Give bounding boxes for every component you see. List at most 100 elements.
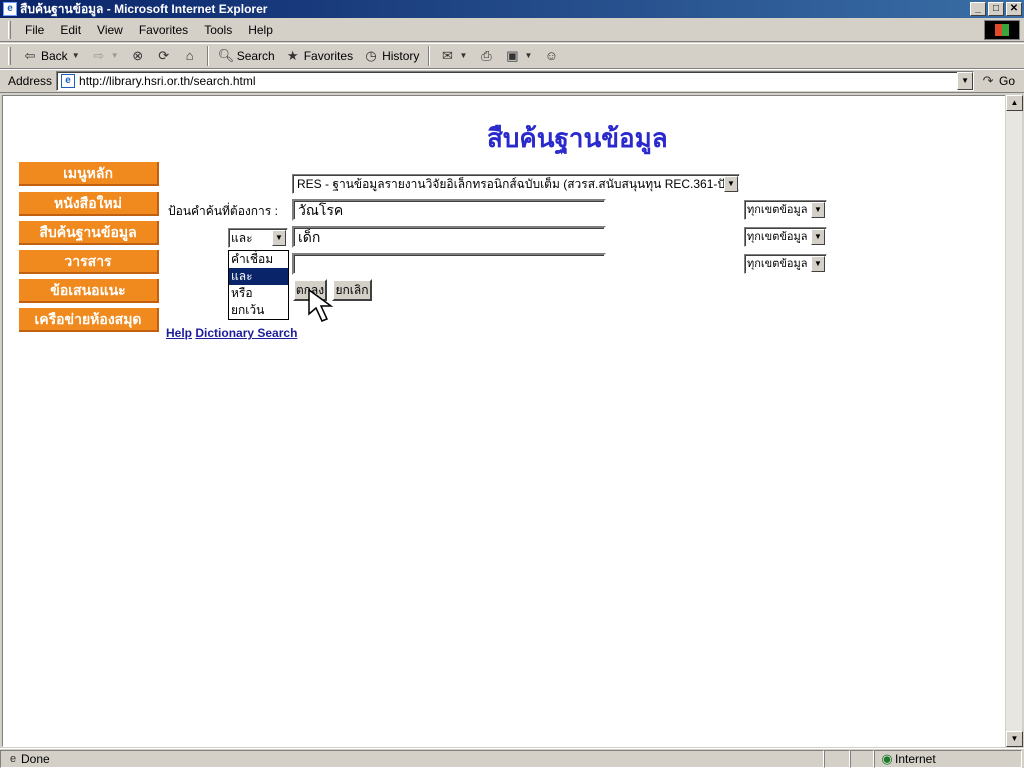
status-cell-blank <box>824 749 850 768</box>
nav-library-network[interactable]: เครือข่ายห้องสมุด <box>19 308 159 332</box>
scroll-down-icon[interactable]: ▼ <box>1006 731 1023 747</box>
page-done-icon: e <box>9 752 17 765</box>
globe-icon: ◉ <box>881 750 893 766</box>
back-button[interactable]: ⇦ Back ▼ <box>17 45 86 67</box>
maximize-button[interactable]: □ <box>988 2 1004 16</box>
status-cell-blank <box>850 749 874 768</box>
conjunction-option[interactable]: ยกเว้น <box>229 302 288 319</box>
chevron-down-icon[interactable]: ▼ <box>272 230 286 246</box>
edit-icon: ▣ <box>506 48 519 63</box>
chevron-down-icon[interactable]: ▼ <box>811 202 825 218</box>
field-scope-2-value: ทุกเขตข้อมูล <box>747 231 808 243</box>
go-button[interactable]: ↷ Go <box>980 73 1015 89</box>
menu-bar: File Edit View Favorites Tools Help <box>0 18 1024 42</box>
history-button[interactable]: ◷ History <box>358 45 424 67</box>
menu-edit[interactable]: Edit <box>52 21 89 39</box>
menu-file[interactable]: File <box>17 21 52 39</box>
page-title: สืบค้นฐานข้อมูล <box>487 124 668 154</box>
address-label: Address <box>8 74 53 88</box>
mouse-cursor-icon <box>308 288 334 322</box>
nav-journals[interactable]: วารสาร <box>19 250 159 274</box>
menu-view[interactable]: View <box>89 21 131 39</box>
print-icon: ⎙ <box>481 48 492 63</box>
address-url: http://library.hsri.or.th/search.html <box>79 74 256 88</box>
toolbar-separator <box>206 46 209 66</box>
nav-main-menu[interactable]: เมนูหลัก <box>19 162 159 186</box>
toolbar-separator <box>428 46 431 66</box>
print-button[interactable]: ⎙ <box>473 45 499 67</box>
page-icon: e <box>61 74 76 88</box>
menu-grip[interactable] <box>8 20 11 39</box>
stop-button[interactable]: ⊗ <box>125 45 151 67</box>
messenger-icon: ☺ <box>544 48 559 63</box>
history-label: History <box>382 49 420 63</box>
standard-toolbar: ⇦ Back ▼ ⇨ ▼ ⊗ ⟳ ⌂ 🔍︎ Search ★ Favorites… <box>0 43 1024 69</box>
dropdown-arrow-icon[interactable]: ▼ <box>71 48 81 64</box>
address-input[interactable]: e http://library.hsri.or.th/search.html … <box>56 71 975 91</box>
database-select[interactable]: RES - ฐานข้อมูลรายงานวิจัยอิเล็กทรอนิกส์… <box>292 174 740 194</box>
chevron-down-icon[interactable]: ▼ <box>811 229 825 245</box>
mail-button[interactable]: ✉ ▼ <box>434 45 473 67</box>
forward-arrow-icon: ⇨ <box>93 48 105 63</box>
favorites-label: Favorites <box>303 49 354 63</box>
nav-new-books[interactable]: หนังสือใหม่ <box>19 192 159 216</box>
field-scope-3-value: ทุกเขตข้อมูล <box>747 258 808 270</box>
favorites-icon: ★ <box>286 48 299 63</box>
conjunction-value: และ <box>231 231 253 245</box>
menu-tools[interactable]: Tools <box>196 21 240 39</box>
search-term-label: ป้อนคำค้นที่ต้องการ : <box>168 204 278 218</box>
conjunction-option[interactable]: คำเชื่อม <box>229 251 288 268</box>
conjunction-option-selected[interactable]: และ <box>229 268 288 285</box>
favorites-button[interactable]: ★ Favorites <box>280 45 358 67</box>
dropdown-arrow-icon[interactable]: ▼ <box>110 48 120 64</box>
database-select-value: RES - ฐานข้อมูลรายงานวิจัยอิเล็กทรอนิกส์… <box>297 177 740 191</box>
search-term-1-input[interactable]: วัณโรค <box>292 199 606 221</box>
chevron-down-icon[interactable]: ▼ <box>724 176 738 192</box>
minimize-button[interactable]: _ <box>970 2 986 16</box>
conjunction-select[interactable]: และ ▼ <box>228 228 288 248</box>
scroll-up-icon[interactable]: ▲ <box>1006 95 1023 111</box>
field-scope-2-select[interactable]: ทุกเขตข้อมูล ▼ <box>744 227 827 247</box>
refresh-button[interactable]: ⟳ <box>151 45 177 67</box>
menu-help[interactable]: Help <box>240 21 281 39</box>
title-bar: e สืบค้นฐานข้อมูล - Microsoft Internet E… <box>0 0 1024 18</box>
messenger-button[interactable]: ☺ <box>538 45 564 67</box>
status-bar: e Done ◉ Internet <box>0 748 1024 768</box>
field-scope-1-value: ทุกเขตข้อมูล <box>747 204 808 216</box>
close-button[interactable]: ✕ <box>1006 2 1022 16</box>
help-link[interactable]: Help <box>166 326 192 340</box>
dropdown-arrow-icon[interactable]: ▼ <box>458 48 468 64</box>
conjunction-option[interactable]: หรือ <box>229 285 288 302</box>
dictionary-search-link[interactable]: Dictionary Search <box>195 326 297 340</box>
address-dropdown-icon[interactable]: ▼ <box>957 72 974 90</box>
menu-favorites[interactable]: Favorites <box>131 21 196 39</box>
home-icon: ⌂ <box>185 48 194 63</box>
search-button[interactable]: 🔍︎ Search <box>213 45 280 67</box>
status-zone-cell: ◉ Internet <box>874 749 1022 768</box>
go-label: Go <box>999 74 1016 88</box>
dropdown-arrow-icon[interactable]: ▼ <box>523 48 533 64</box>
field-scope-1-select[interactable]: ทุกเขตข้อมูล ▼ <box>744 200 827 220</box>
stop-icon: ⊗ <box>132 48 144 63</box>
search-icon: 🔍︎ <box>217 48 235 63</box>
mail-icon: ✉ <box>441 48 453 63</box>
page-content: สืบค้นฐานข้อมูล เมนูหลัก หนังสือใหม่ สืบ… <box>2 95 1006 747</box>
edit-button[interactable]: ▣ ▼ <box>499 45 538 67</box>
status-zone: Internet <box>895 751 936 766</box>
nav-database-search[interactable]: สืบค้นฐานข้อมูล <box>19 221 159 245</box>
nav-suggestions[interactable]: ข้อเสนอแนะ <box>19 279 159 303</box>
conjunction-dropdown-list: คำเชื่อม และ หรือ ยกเว้น <box>228 250 289 320</box>
vertical-scrollbar[interactable]: ▲ ▼ <box>1005 95 1023 747</box>
refresh-icon: ⟳ <box>158 48 170 63</box>
chevron-down-icon[interactable]: ▼ <box>811 256 825 272</box>
search-term-2-input[interactable]: เด็ก <box>292 226 606 248</box>
address-bar: Address e http://library.hsri.or.th/sear… <box>0 69 1024 93</box>
window-title: สืบค้นฐานข้อมูล - Microsoft Internet Exp… <box>20 1 268 16</box>
search-term-3-input[interactable] <box>292 253 606 275</box>
toolbar-grip[interactable] <box>8 47 11 65</box>
field-scope-3-select[interactable]: ทุกเขตข้อมูล ▼ <box>744 254 827 274</box>
back-arrow-icon: ⇦ <box>24 48 36 63</box>
status-text: Done <box>21 751 50 766</box>
forward-button[interactable]: ⇨ ▼ <box>86 45 125 67</box>
home-button[interactable]: ⌂ <box>177 45 203 67</box>
